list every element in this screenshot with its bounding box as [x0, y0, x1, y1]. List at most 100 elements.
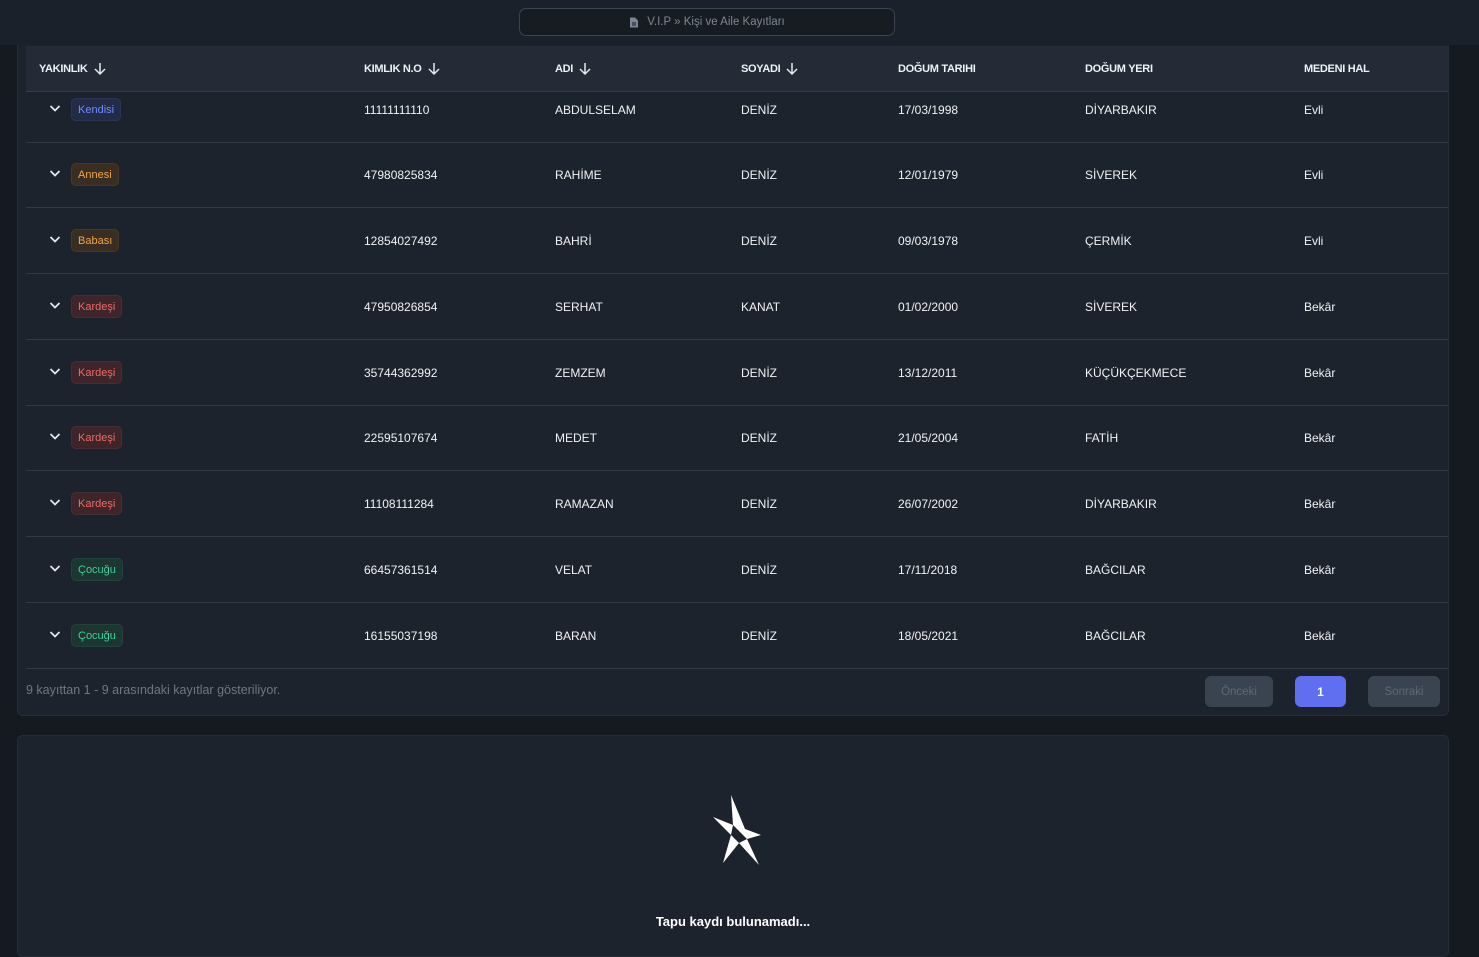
cell-name: VELAT: [555, 562, 593, 577]
cell-name: ABDULSELAM: [555, 102, 636, 117]
sort-arrow-down-icon: [427, 62, 440, 75]
cell-birth-date: 09/03/1978: [898, 233, 959, 248]
cell-birth-place: DİYARBAKIR: [1085, 102, 1157, 117]
cell-marital: Bekâr: [1304, 365, 1336, 380]
breadcrumb: V.I.P » Kişi ve Aile Kayıtları: [519, 8, 895, 36]
table-row[interactable]: Kendisi 11111111110 ABDULSELAM DENİZ 17/03/1…: [26, 77, 1448, 143]
cell-id: 47950826854: [364, 299, 438, 314]
table-row[interactable]: Babası 12854027492 BAHRİ DENİZ 09/03/1978 ÇER…: [26, 208, 1448, 274]
cell-surname: DENİZ: [741, 562, 777, 577]
column-header-label: DOĞUM TARIHI: [898, 62, 976, 75]
cell-marital: Bekâr: [1304, 628, 1336, 643]
relation-badge: Kardeşi: [71, 361, 123, 384]
breadcrumb-text: V.I.P » Kişi ve Aile Kayıtları: [647, 16, 785, 28]
cell-surname: DENİZ: [741, 430, 777, 445]
cell-id: 22595107674: [364, 430, 438, 445]
sort-arrow-down-icon: [579, 62, 591, 75]
previous-page-button[interactable]: Önceki: [1205, 676, 1273, 707]
next-page-button[interactable]: Sonraki: [1368, 676, 1440, 707]
column-header-label: MEDENI HAL: [1304, 62, 1370, 75]
cell-birth-place: SİVEREK: [1085, 167, 1138, 182]
relation-badge: Kardeşi: [71, 426, 123, 449]
cell-marital: Evli: [1304, 102, 1324, 117]
chevron-down-icon[interactable]: [48, 232, 62, 246]
cell-name: MEDET: [555, 430, 597, 445]
star-logo-icon: [713, 795, 761, 865]
cell-surname: KANAT: [741, 299, 781, 314]
chevron-down-icon[interactable]: [48, 298, 62, 312]
relation-badge: Çocuğu: [71, 624, 123, 647]
sort-arrow-down-icon: [94, 62, 106, 75]
chevron-down-icon[interactable]: [48, 627, 62, 641]
table-row[interactable]: Kardeşi 11108111284 RAMAZAN DENİZ 26/07/2002…: [26, 471, 1448, 537]
cell-birth-date: 18/05/2021: [898, 628, 959, 643]
document-icon: [630, 17, 639, 27]
cell-surname: DENİZ: [741, 365, 777, 380]
cell-marital: Bekâr: [1304, 430, 1336, 445]
column-header-label: SOYADI: [741, 62, 781, 75]
table-row[interactable]: Annesi 47980825834 RAHİME DENİZ 12/01/1979 Sİ…: [26, 142, 1448, 208]
chevron-down-icon[interactable]: [48, 429, 62, 443]
cell-id: 11108111284: [364, 496, 434, 511]
column-header-label: YAKINLIK: [39, 62, 88, 75]
empty-state-message: Tapu kaydı bulunamadı...: [655, 914, 811, 929]
table-row[interactable]: Kardeşi 22595107674 MEDET DENİZ 21/05/2004 FA…: [26, 405, 1448, 471]
cell-name: BAHRİ: [555, 233, 592, 248]
cell-id: 47980825834: [364, 167, 438, 182]
cell-birth-place: BAĞCILAR: [1085, 562, 1146, 577]
cell-name: RAMAZAN: [555, 496, 614, 511]
cell-birth-date: 12/01/1979: [898, 167, 959, 182]
cell-marital: Bekâr: [1304, 496, 1336, 511]
chevron-down-icon[interactable]: [48, 561, 62, 575]
cell-marital: Evli: [1304, 233, 1324, 248]
cell-marital: Bekâr: [1304, 562, 1336, 577]
cell-name: ZEMZEM: [555, 365, 606, 380]
column-header-label: DOĞUM YERI: [1085, 62, 1153, 75]
sort-arrow-down-icon: [786, 62, 798, 75]
cell-id: 16155037198: [364, 628, 438, 643]
cell-marital: Bekâr: [1304, 299, 1336, 314]
cell-id: 66457361514: [364, 562, 438, 577]
table-row[interactable]: Kardeşi 35744362992 ZEMZEM DENİZ 13/12/2011 K…: [26, 340, 1448, 406]
chevron-down-icon[interactable]: [48, 101, 62, 115]
cell-birth-place: KÜÇÜKÇEKMECE: [1085, 365, 1187, 380]
cell-surname: DENİZ: [741, 496, 777, 511]
relation-badge: Kardeşi: [71, 295, 123, 318]
cell-surname: DENİZ: [741, 102, 777, 117]
cell-name: BARAN: [555, 628, 597, 643]
cell-birth-date: 01/02/2000: [898, 299, 959, 314]
cell-marital: Evli: [1304, 167, 1324, 182]
table-row[interactable]: Çocuğu 66457361514 VELAT DENİZ 17/11/2018 BAĞ…: [26, 537, 1448, 603]
cell-birth-place: BAĞCILAR: [1085, 628, 1146, 643]
cell-birth-date: 21/05/2004: [898, 430, 959, 445]
land-registry-panel: Tapu kaydı bulunamadı...: [17, 735, 1449, 957]
cell-birth-place: ÇERMİK: [1085, 233, 1132, 248]
cell-name: RAHİME: [555, 167, 602, 182]
relation-badge: Babası: [71, 229, 120, 252]
relation-badge: Çocuğu: [71, 558, 123, 581]
cell-birth-date: 17/03/1998: [898, 102, 959, 117]
table-row[interactable]: Kardeşi 47950826854 SERHAT KANAT 01/02/2000 S…: [26, 274, 1448, 340]
cell-id: 35744362992: [364, 365, 438, 380]
chevron-down-icon[interactable]: [48, 364, 62, 378]
table-row[interactable]: Çocuğu 16155037198 BARAN DENİZ 18/05/2021 BAĞ…: [26, 603, 1448, 669]
chevron-down-icon[interactable]: [48, 495, 62, 509]
column-header-label: KIMLIK N.O: [364, 62, 422, 75]
cell-birth-place: FATİH: [1085, 430, 1119, 445]
cell-surname: DENİZ: [741, 628, 777, 643]
records-panel: YAKINLIK KIMLIK N.O ADI SOYADI DOĞUM TAR…: [17, 30, 1449, 716]
relation-badge: Kardeşi: [71, 492, 123, 515]
cell-surname: DENİZ: [741, 233, 777, 248]
records-info: 9 kayıttan 1 - 9 arasındaki kayıtlar gös…: [26, 683, 281, 697]
relation-badge: Annesi: [71, 163, 119, 186]
relation-badge: Kendisi: [71, 98, 122, 121]
cell-id: 11111111110: [364, 102, 430, 117]
cell-name: SERHAT: [555, 299, 603, 314]
cell-surname: DENİZ: [741, 167, 777, 182]
cell-id: 12854027492: [364, 233, 438, 248]
cell-birth-date: 13/12/2011: [898, 365, 958, 380]
page-1-button[interactable]: 1: [1295, 676, 1346, 707]
chevron-down-icon[interactable]: [48, 166, 62, 180]
column-header-label: ADI: [555, 62, 574, 75]
cell-birth-place: DİYARBAKIR: [1085, 496, 1157, 511]
